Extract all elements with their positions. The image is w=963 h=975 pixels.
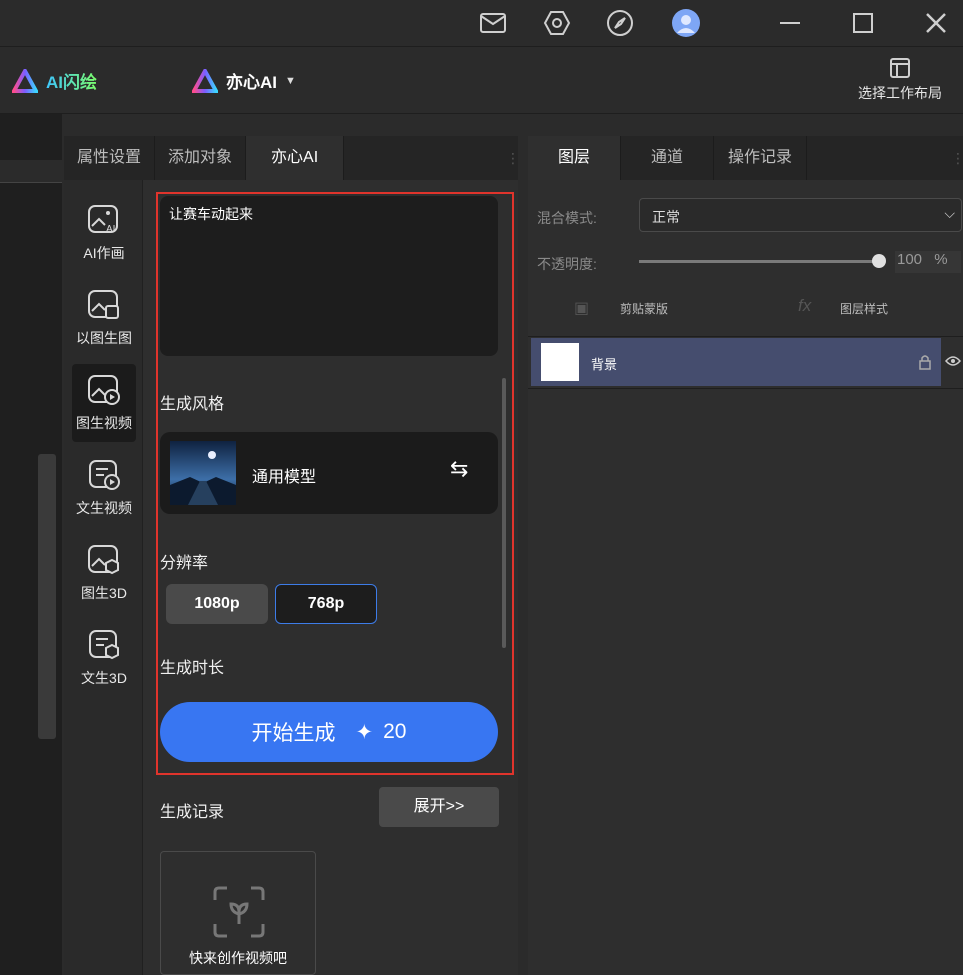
user-avatar[interactable] — [671, 8, 701, 38]
brand-logo-icon — [192, 68, 218, 93]
tab-history[interactable]: 操作记录 — [714, 136, 807, 180]
fx-icon: fx — [798, 296, 812, 315]
lock-icon[interactable] — [919, 354, 931, 370]
text-to-video-icon — [89, 460, 120, 490]
tool-label: 图生3D — [81, 585, 127, 601]
generation-settings: 让赛车动起来 生成风格 通用模型 ⇆ 分辨率 1080p 768p 生成时长 开… — [156, 192, 514, 775]
credit-star-icon: ✦ — [355, 720, 374, 744]
duration-title: 生成时长 — [160, 660, 225, 677]
tool-ai-image[interactable]: AI AI作画 — [72, 194, 136, 272]
style-model-name: 通用模型 — [252, 469, 317, 486]
blend-mode-select[interactable]: 正常 ⌵ — [639, 198, 962, 232]
brand-ai-flash[interactable]: AI闪绘 — [12, 68, 97, 93]
eye-icon[interactable] — [945, 355, 961, 367]
chevron-down-icon: ▼ — [285, 74, 296, 87]
opacity-slider-thumb[interactable] — [872, 254, 886, 268]
image-to-video-icon — [88, 375, 120, 405]
panel-tabs: 属性设置 添加对象 亦心AI ⋮ — [64, 136, 520, 180]
opacity-value: 100 — [897, 251, 923, 268]
title-bar — [0, 0, 963, 47]
empty-history-text: 快来创作视频吧 — [189, 950, 287, 966]
history-title: 生成记录 — [160, 804, 225, 821]
start-generate-button[interactable]: 开始生成 ✦ 20 — [160, 702, 498, 762]
tool-label: 文生3D — [81, 670, 127, 686]
text-to-3d-icon — [89, 630, 119, 660]
tool-label: AI作画 — [83, 245, 125, 261]
divider — [528, 336, 963, 337]
style-title: 生成风格 — [160, 396, 225, 413]
tab-channels[interactable]: 通道 — [621, 136, 714, 180]
chevron-down-icon: ⌵ — [944, 205, 955, 221]
swap-icon[interactable]: ⇆ — [450, 456, 468, 482]
tool-label: 以图生图 — [76, 330, 132, 346]
layout-icon — [890, 58, 910, 78]
image-to-image-icon — [88, 290, 119, 319]
tool-image-to-video[interactable]: 图生视频 — [72, 364, 136, 442]
drag-handle-icon[interactable]: ⋮ — [951, 136, 963, 180]
tab-add-object[interactable]: 添加对象 — [155, 136, 247, 180]
clip-mask-button[interactable]: 剪贴蒙版 — [620, 300, 668, 317]
layer-thumbnail — [541, 343, 579, 381]
brand2-label: 亦心AI — [226, 73, 277, 92]
layers-tabs: 图层 通道 操作记录 ⋮ — [528, 136, 963, 180]
model-thumbnail — [170, 441, 236, 505]
canvas-area[interactable] — [0, 114, 62, 975]
resolution-1080p-button[interactable]: 1080p — [166, 584, 268, 624]
maximize-icon[interactable] — [848, 8, 878, 38]
layer-name: 背景 — [591, 357, 618, 372]
drag-handle-icon[interactable]: ⋮ — [506, 136, 520, 180]
ruler — [0, 160, 62, 183]
clip-mask-icon: ▣ — [574, 300, 590, 317]
settings-hex-icon[interactable] — [542, 8, 572, 38]
layer-style-button[interactable]: 图层样式 — [840, 300, 888, 317]
close-icon[interactable] — [921, 8, 951, 38]
divider — [528, 388, 963, 389]
blend-mode-value: 正常 — [652, 209, 680, 225]
minimize-icon[interactable] — [775, 8, 805, 38]
generate-cost: 20 — [383, 720, 407, 743]
mail-icon[interactable] — [478, 8, 508, 38]
layout-button-label: 选择工作布局 — [858, 85, 942, 101]
resolution-768p-button[interactable]: 768p — [275, 584, 377, 624]
tool-label: 图生视频 — [76, 415, 132, 431]
history-empty-card[interactable]: 快来创作视频吧 — [160, 851, 316, 975]
tool-label: 文生视频 — [76, 500, 132, 516]
menu-bar: AI闪绘 亦心AI ▼ 选择工作布局 — [0, 47, 963, 114]
tool-text-to-3d[interactable]: 文生3D — [72, 619, 136, 697]
ai-tool-sidebar: AI AI作画 以图生图 图生视频 文生视频 图生3D 文生3D — [64, 180, 143, 975]
tab-properties[interactable]: 属性设置 — [64, 136, 156, 180]
compass-icon[interactable] — [605, 8, 635, 38]
generate-label: 开始生成 — [251, 722, 336, 745]
brand-logo-icon — [12, 68, 38, 93]
brand1-label: AI闪绘 — [46, 68, 97, 93]
tab-yixin-ai[interactable]: 亦心AI — [246, 136, 345, 180]
create-video-icon — [213, 886, 265, 938]
opacity-input[interactable]: 100 % — [895, 251, 961, 273]
tool-image-to-3d[interactable]: 图生3D — [72, 534, 136, 612]
brand-yixin-ai[interactable]: 亦心AI ▼ — [192, 68, 296, 93]
tab-layers[interactable]: 图层 — [528, 136, 621, 180]
vertical-scrollbar[interactable] — [38, 454, 56, 739]
image-to-3d-icon — [88, 545, 119, 575]
tool-image-to-image[interactable]: 以图生图 — [72, 279, 136, 357]
style-model-card[interactable]: 通用模型 ⇆ — [160, 432, 498, 514]
ai-panel: 属性设置 添加对象 亦心AI ⋮ AI AI作画 以图生图 图生视频 文生视频 … — [64, 136, 520, 975]
ai-image-icon: AI — [88, 205, 118, 235]
layers-panel: 图层 通道 操作记录 ⋮ 混合模式: 正常 ⌵ 不透明度: 100 % ▣ 剪贴… — [528, 136, 963, 975]
svg-text:AI: AI — [106, 224, 115, 235]
prompt-input[interactable]: 让赛车动起来 — [160, 196, 498, 356]
resolution-title: 分辨率 — [160, 555, 209, 572]
layer-row-background[interactable]: 背景 — [531, 338, 941, 386]
blend-mode-label: 混合模式: — [537, 210, 597, 226]
layout-button[interactable]: 选择工作布局 — [850, 57, 950, 103]
expand-history-button[interactable]: 展开>> — [379, 787, 499, 827]
opacity-unit: % — [934, 251, 948, 268]
opacity-slider[interactable] — [639, 254, 886, 268]
settings-scrollbar[interactable] — [502, 378, 506, 648]
opacity-label: 不透明度: — [537, 256, 597, 272]
tool-text-to-video[interactable]: 文生视频 — [72, 449, 136, 527]
